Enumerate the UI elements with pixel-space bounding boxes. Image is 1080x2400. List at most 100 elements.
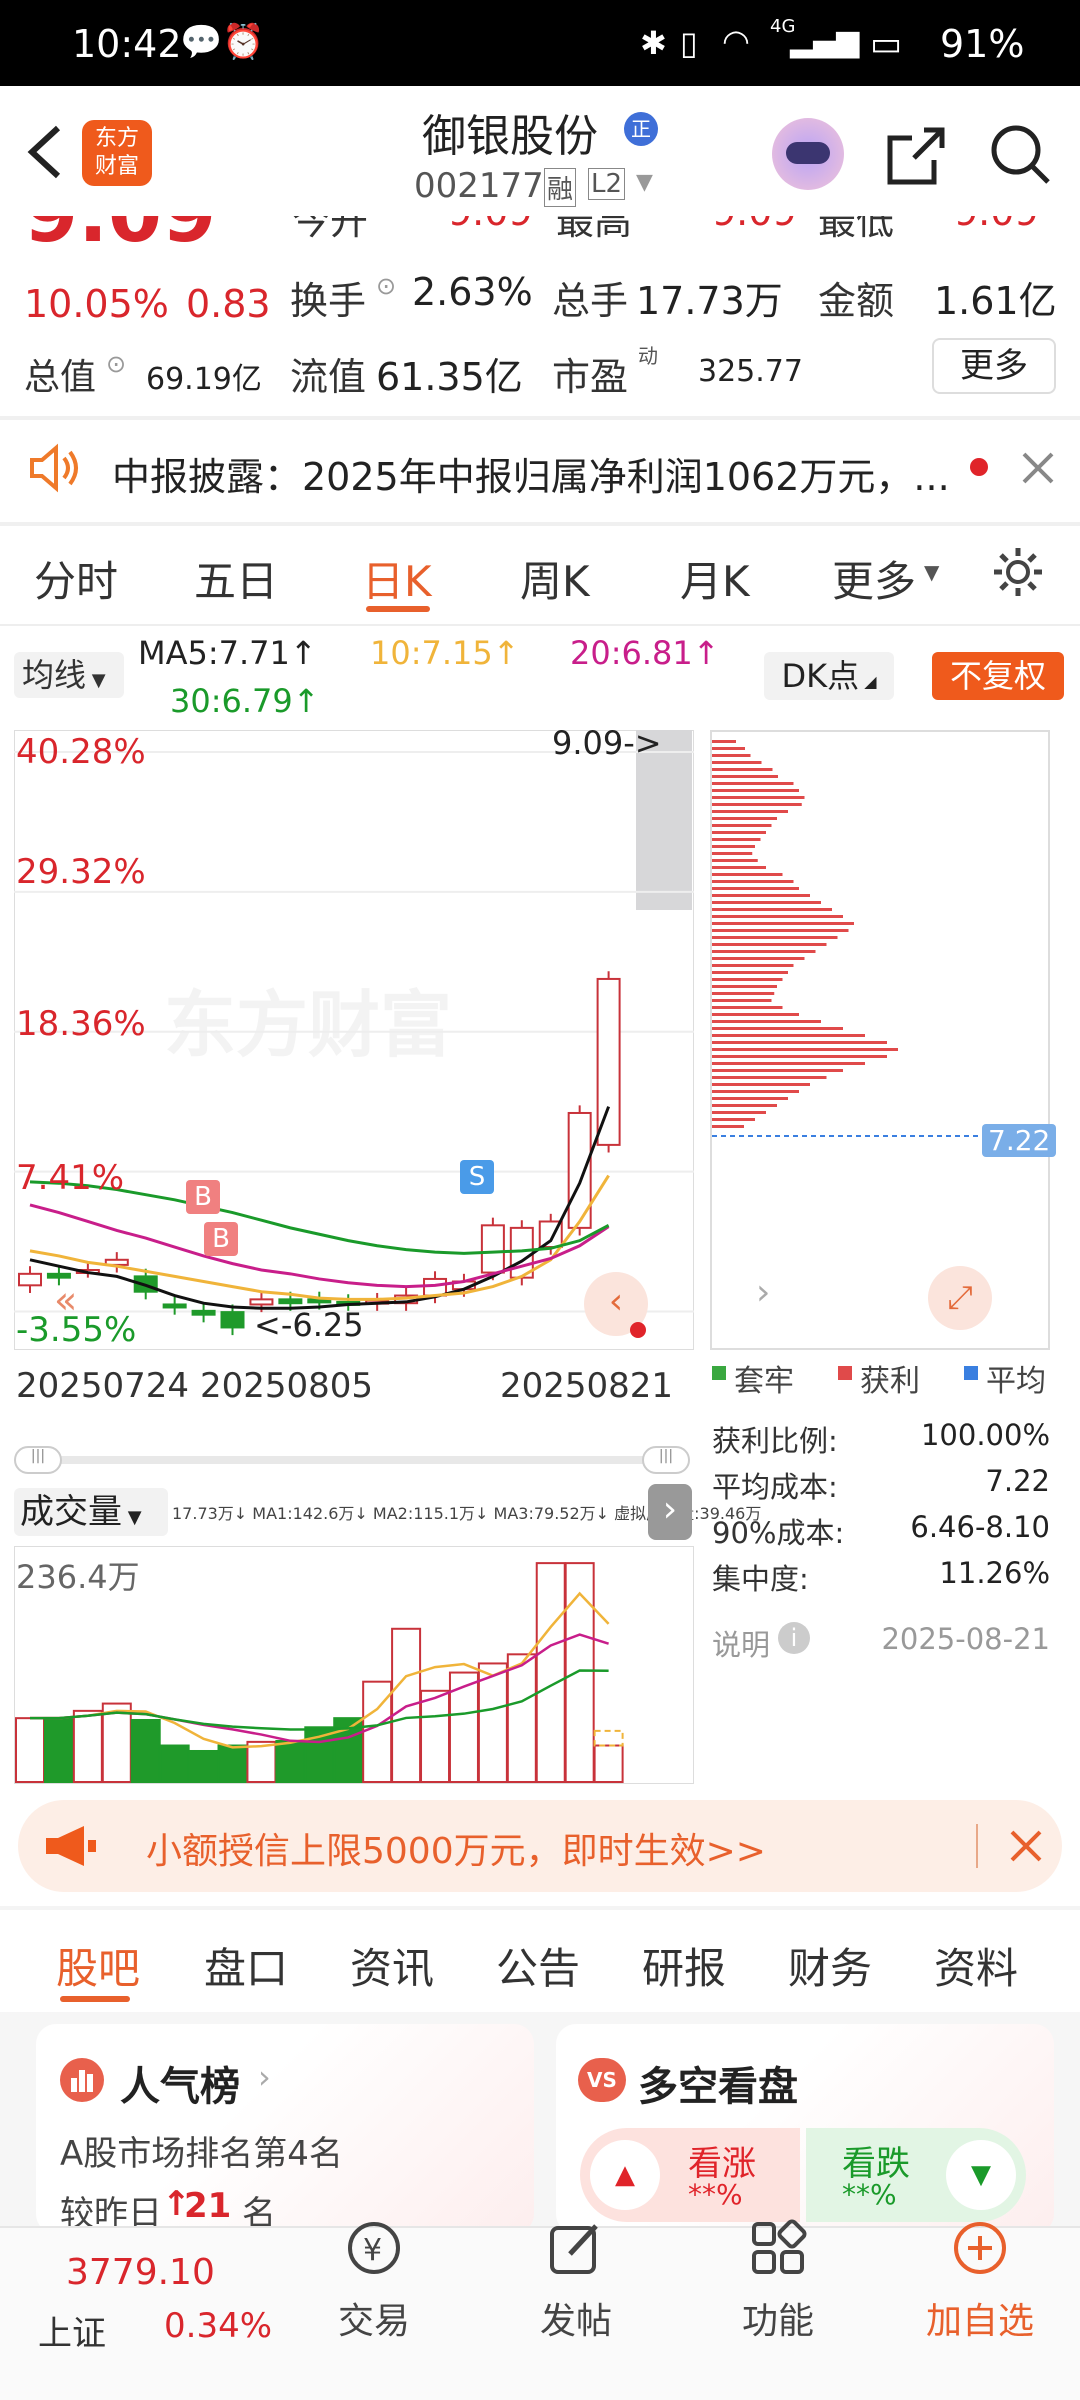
tab-news[interactable]: 资讯 [350,1935,434,1996]
chip-note-label[interactable]: 说明 [712,1622,770,1664]
assistant-avatar-icon[interactable] [772,118,844,190]
volume-bar [506,1653,537,1783]
candle-body [191,1309,216,1316]
badge-icon: 正 [624,112,658,146]
divider [0,522,1080,526]
chevron-right-icon[interactable]: › [258,2058,271,2096]
stock-header: 东方 财富 御银股份 正 002177 融 L2 ▼ [0,86,1080,216]
chip-bar [712,859,758,862]
volume-chart[interactable]: 236.4万 [13,1545,695,1785]
date-1: 20250724 [16,1366,190,1406]
chip-bar [712,775,778,778]
info-icon[interactable]: ⊙ [106,350,126,378]
chevron-right-icon[interactable]: › [648,1484,692,1540]
back-icon[interactable] [20,122,70,182]
close-icon[interactable] [1020,450,1056,486]
candle-body [162,1303,187,1309]
chip-bar [712,838,761,841]
buy-marker[interactable]: B [204,1222,238,1256]
tab-weekly-k[interactable]: 周K [520,548,590,609]
dk-selector[interactable]: DK点 ◢ [764,652,894,700]
chip-bar [712,754,751,757]
volume-bar [188,1749,219,1784]
ylabel-3: 18.36% [16,1004,146,1044]
close-icon[interactable] [1008,1828,1044,1864]
bull-bear-card[interactable]: VS 多空看盘 ▲ 看涨 **% 看跌 **% ▼ [556,2024,1054,2234]
chip-distribution[interactable]: 7.22 › ⤢ [710,730,1057,1350]
sell-marker[interactable]: S [460,1160,494,1194]
chip-bar [712,908,832,911]
nav-add-watchlist[interactable]: 加自选 [900,2218,1060,2344]
card-title: 人气榜 [120,2064,240,2110]
tab-pankou[interactable]: 盘口 [204,1935,288,1996]
expand-icon[interactable]: ⤢ [928,1266,992,1330]
chip-bar [712,1027,843,1030]
tab-more[interactable]: 更多 [832,548,916,609]
scroll-left-icon[interactable]: « [54,1278,77,1322]
tab-finance[interactable]: 财务 [788,1935,872,1996]
megaphone-icon [46,1826,96,1866]
popularity-card[interactable]: 人气榜 › A股市场排名第4名 较昨日 ↑ 21 名 [36,2024,534,2234]
volume-selector[interactable]: 成交量 ▼ [14,1488,168,1536]
tab-profile[interactable]: 资料 [934,1935,1018,1996]
chat-icon: 💬 [180,22,223,62]
chip-svg [712,740,1048,1137]
legend-swatch-trapped [712,1366,726,1380]
bluetooth-icon: ✱ [640,24,667,62]
tab-monthly-k[interactable]: 月K [680,548,750,609]
chip-bar [712,796,805,799]
bear-button[interactable]: 看跌 **% ▼ [806,2128,1026,2222]
low-value: 9.09 [954,216,1039,234]
chevron-right-icon[interactable]: › [756,1272,770,1313]
chip-bar [712,1083,810,1086]
info-icon[interactable]: i [778,1622,810,1654]
share-icon[interactable] [884,124,948,188]
range-slider[interactable]: ||| ||| [14,1446,690,1474]
card-title: 多空看盘 [638,2064,798,2110]
chip-bar [712,915,843,918]
edit-icon [550,2224,598,2274]
fq-button[interactable]: 不复权 [932,652,1064,700]
divider [0,624,1080,626]
nav-trade[interactable]: ¥ 交易 [294,2218,454,2344]
tab-announcements[interactable]: 公告 [496,1935,580,1996]
nav-features[interactable]: 功能 [698,2218,858,2344]
chip-bar [712,985,777,988]
tab-guba[interactable]: 股吧 [56,1935,140,1996]
add-circle-icon [954,2222,1006,2274]
ma-selector[interactable]: 均线 ▼ [14,652,124,698]
tab-research[interactable]: 研报 [642,1935,726,1996]
info-icon[interactable]: ⊙ [376,272,396,300]
bull-button[interactable]: ▲ 看涨 **% [580,2128,800,2222]
bull-pct: **% [688,2178,743,2211]
volume-bar [43,1717,74,1784]
slider-handle-right[interactable]: ||| [642,1446,690,1474]
settings-icon[interactable] [990,544,1046,600]
promo-banner[interactable]: 小额授信上限5000万元，即时生效>> [18,1800,1062,1892]
chip-bar [712,1104,777,1107]
slider-handle-left[interactable]: ||| [14,1446,62,1474]
volume-bar [535,1562,566,1784]
nav-features-label: 功能 [741,2301,814,2342]
chip-bar [712,1041,887,1044]
search-icon[interactable] [988,122,1052,186]
tab-intraday[interactable]: 分时 [34,548,118,609]
volume-bar [448,1671,479,1783]
chevron-down-icon[interactable]: ▼ [636,170,653,195]
more-button[interactable]: 更多 [932,338,1056,394]
pe-sup: 动 [638,344,658,368]
buy-marker[interactable]: B [186,1180,220,1214]
kline-chart[interactable]: 东方财富 9.09-> <-6.25 40.28% 29.32% 18.36% … [13,724,695,1351]
candle-body [509,1226,534,1279]
ma20-label: 20:6.81↑ [570,634,720,672]
notice-text[interactable]: 中报披露：2025年中报归属净利润1062万元，... [112,446,950,501]
caret-up-icon: ▲ [590,2140,660,2210]
nav-post[interactable]: 发帖 [496,2218,656,2344]
app-logo[interactable]: 东方 财富 [82,120,152,186]
index-value: 3779.10 [66,2252,215,2293]
promo-text[interactable]: 小额授信上限5000万元，即时生效>> [146,1822,766,1874]
tab-five-day[interactable]: 五日 [194,548,278,609]
price: 9.09 [24,216,216,244]
tab-daily-k[interactable]: 日K [362,548,432,609]
tab-indicator [366,606,430,612]
